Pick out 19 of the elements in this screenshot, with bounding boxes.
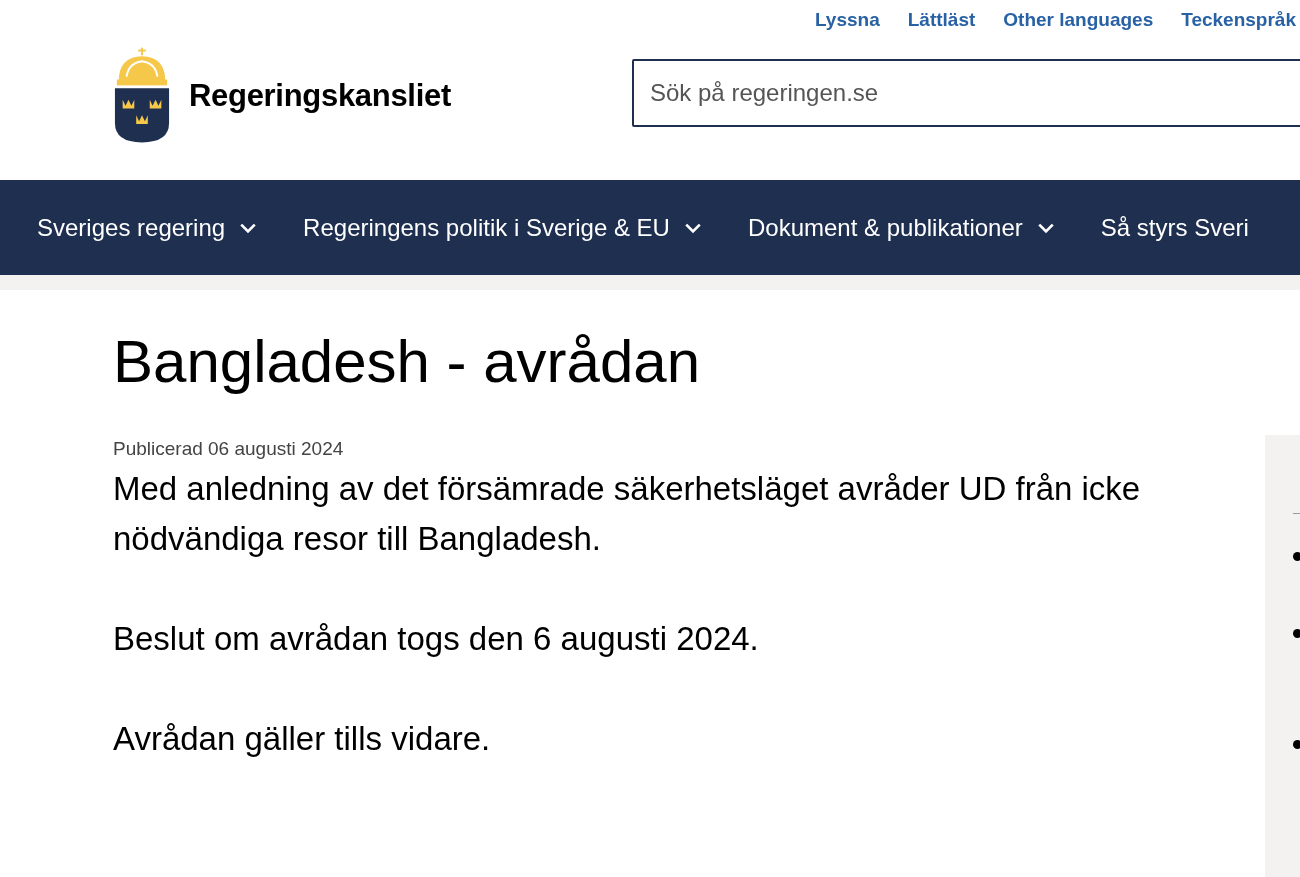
- bullet-icon: [1293, 552, 1300, 561]
- nav-item[interactable]: Så styrs Sveri: [1100, 213, 1249, 242]
- publish-date: Publicerad 06 augusti 2024: [113, 438, 345, 460]
- page-title: Bangladesh - avrådan: [113, 327, 702, 397]
- nav-item[interactable]: Sveriges regering: [37, 213, 258, 242]
- nav-item[interactable]: Dokument & publikationer: [747, 213, 1055, 242]
- crest-icon: [113, 47, 171, 145]
- paragraph: Beslut om avrådan togs den 6 augusti 2024.: [113, 619, 760, 659]
- bullet-icon: [1293, 629, 1300, 638]
- site-logo-text[interactable]: Regeringskansliet: [189, 78, 451, 114]
- paragraph: Med anledning av det försämrade säkerhetsläget avråder UD från icke nödvändiga resor till Bangladesh.: [113, 469, 1142, 559]
- paragraph: Avrådan gäller tills vidare.: [113, 719, 492, 759]
- top-link[interactable]: Lyssna: [814, 9, 880, 51]
- top-link[interactable]: Lättläst: [907, 9, 976, 51]
- nav-item[interactable]: Regeringens politik i Sverige & EU: [303, 213, 702, 242]
- top-link[interactable]: Teckenspråk: [1181, 9, 1296, 51]
- top-link[interactable]: Other languages: [1003, 9, 1154, 51]
- search-field[interactable]: Sök på regeringen.se: [632, 59, 1300, 127]
- bullet-icon: [1293, 740, 1300, 749]
